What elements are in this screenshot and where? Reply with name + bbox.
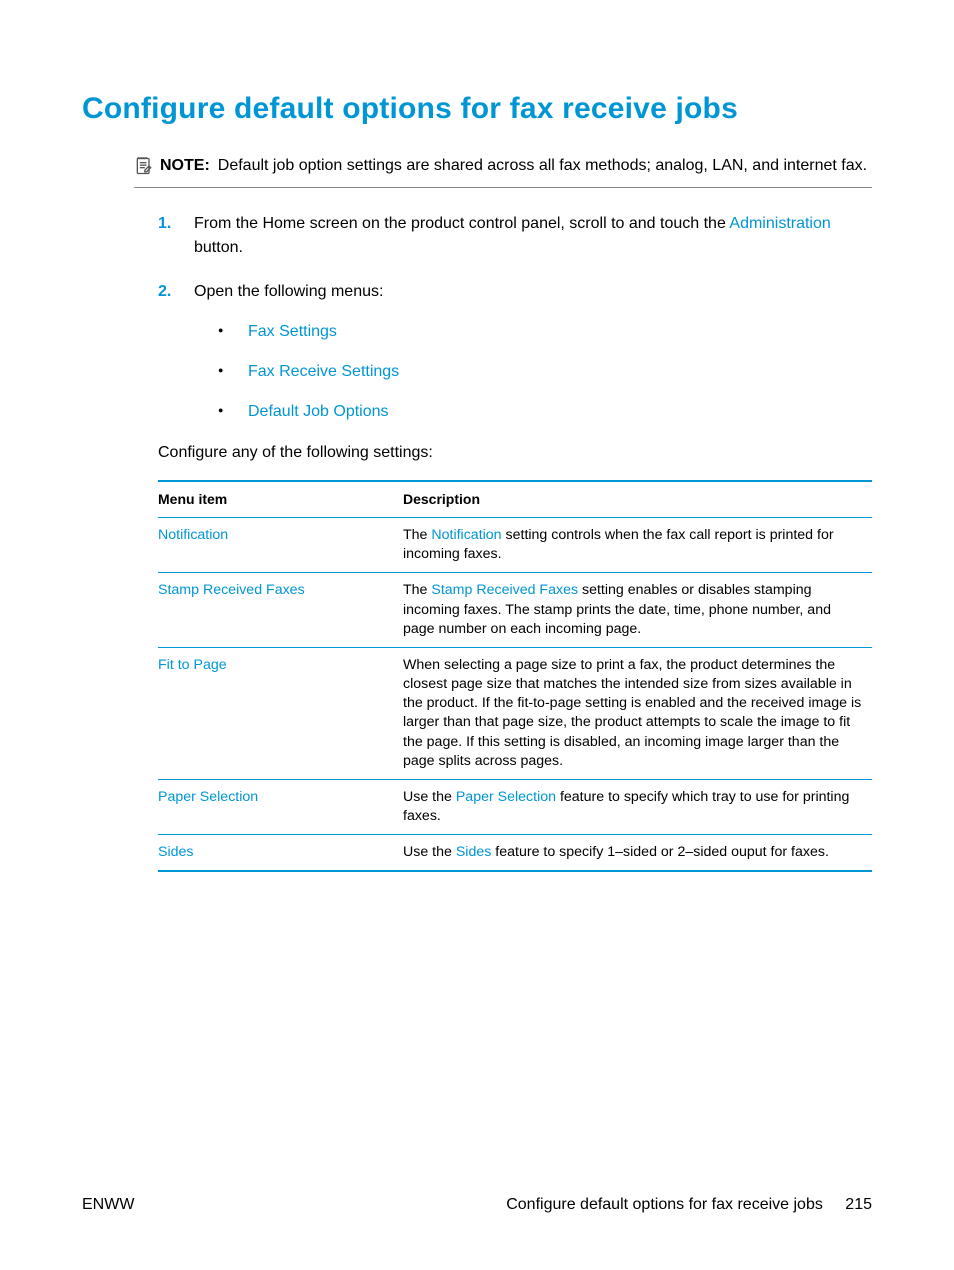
administration-link: Administration <box>729 215 830 232</box>
table-row: Notification The Notification setting co… <box>158 518 872 573</box>
step-1-text-after: button. <box>194 239 243 256</box>
note-label: NOTE: <box>160 157 210 174</box>
desc-link: Notification <box>431 527 501 543</box>
desc-pre: Use the <box>403 844 456 860</box>
menu-item-cell: Notification <box>158 518 403 573</box>
description-cell: The Notification setting controls when t… <box>403 518 872 573</box>
menu-item-cell: Fit to Page <box>158 647 403 779</box>
footer-right: Configure default options for fax receiv… <box>506 1196 872 1214</box>
desc-pre: Use the <box>403 789 456 805</box>
col-description: Description <box>403 481 872 517</box>
step-2-text: Open the following menus: <box>194 283 383 300</box>
desc-link: Sides <box>456 844 492 860</box>
description-cell: When selecting a page size to print a fa… <box>403 647 872 779</box>
bullet-fax-receive-settings: Fax Receive Settings <box>218 360 872 384</box>
desc-post: feature to specify 1–sided or 2–sided ou… <box>491 844 829 860</box>
steps-list: From the Home screen on the product cont… <box>158 212 872 424</box>
step-1: From the Home screen on the product cont… <box>158 212 872 260</box>
bullet-default-job-options: Default Job Options <box>218 400 872 424</box>
note-text: NOTE: Default job option settings are sha… <box>160 154 867 177</box>
menu-item-cell: Sides <box>158 835 403 872</box>
table-row: Fit to Page When selecting a page size t… <box>158 647 872 779</box>
bullet-label: Fax Settings <box>248 323 337 340</box>
step-1-text-before: From the Home screen on the product cont… <box>194 215 729 232</box>
table-row: Sides Use the Sides feature to specify 1… <box>158 835 872 872</box>
settings-table: Menu item Description Notification The N… <box>158 480 872 872</box>
page-title: Configure default options for fax receiv… <box>82 92 872 126</box>
bullet-label: Default Job Options <box>248 403 389 420</box>
desc-pre: The <box>403 582 431 598</box>
note-block: NOTE: Default job option settings are sha… <box>134 154 872 188</box>
table-header-row: Menu item Description <box>158 481 872 517</box>
desc-post: When selecting a page size to print a fa… <box>403 657 861 769</box>
description-cell: Use the Sides feature to specify 1–sided… <box>403 835 872 872</box>
bullet-label: Fax Receive Settings <box>248 363 399 380</box>
desc-link: Paper Selection <box>456 789 556 805</box>
col-menu-item: Menu item <box>158 481 403 517</box>
table-row: Stamp Received Faxes The Stamp Received … <box>158 573 872 648</box>
description-cell: Use the Paper Selection feature to speci… <box>403 779 872 834</box>
bullet-fax-settings: Fax Settings <box>218 320 872 344</box>
note-icon <box>134 156 154 176</box>
footer-page-number: 215 <box>845 1196 872 1213</box>
desc-pre: The <box>403 527 431 543</box>
description-cell: The Stamp Received Faxes setting enables… <box>403 573 872 648</box>
menu-item-cell: Paper Selection <box>158 779 403 834</box>
footer-section-title: Configure default options for fax receiv… <box>506 1196 823 1213</box>
page-footer: ENWW Configure default options for fax r… <box>82 1196 872 1214</box>
menu-item-cell: Stamp Received Faxes <box>158 573 403 648</box>
note-body: Default job option settings are shared a… <box>218 157 867 174</box>
footer-left: ENWW <box>82 1196 134 1214</box>
settings-intro: Configure any of the following settings: <box>158 444 872 462</box>
table-row: Paper Selection Use the Paper Selection … <box>158 779 872 834</box>
step-2: Open the following menus: Fax Settings F… <box>158 280 872 424</box>
desc-link: Stamp Received Faxes <box>431 582 578 598</box>
menu-bullets: Fax Settings Fax Receive Settings Defaul… <box>194 320 872 424</box>
